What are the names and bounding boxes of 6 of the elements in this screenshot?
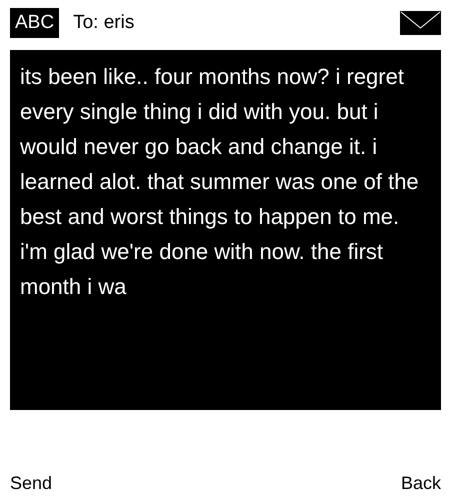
back-softkey[interactable]: Back — [400, 472, 441, 494]
envelope-icon — [400, 11, 441, 35]
input-mode-indicator: ABC — [10, 8, 60, 38]
recipient-label: To: eris — [73, 12, 136, 34]
message-field[interactable]: its been like.. four months now? i regret every single thing i did with you. but i would never go back and change it. i learned alot. that summer was one of the best and worst things to happen to me. i'm glad we're done with now. the first month i wa — [10, 50, 441, 410]
send-softkey[interactable]: Send — [10, 472, 52, 494]
